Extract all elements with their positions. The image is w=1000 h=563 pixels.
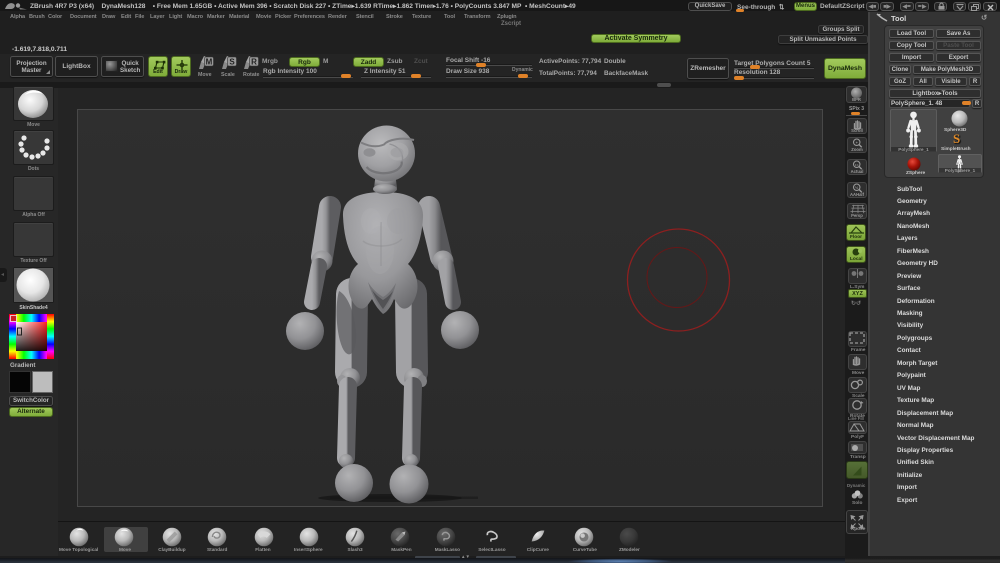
svg-text:+: + [856, 141, 859, 145]
svg-text:M: M [206, 58, 213, 67]
svg-text:1:1: 1:1 [855, 163, 859, 167]
svg-text:R: R [251, 58, 257, 67]
svg-text:½: ½ [855, 186, 859, 190]
svg-text:S: S [229, 58, 235, 67]
